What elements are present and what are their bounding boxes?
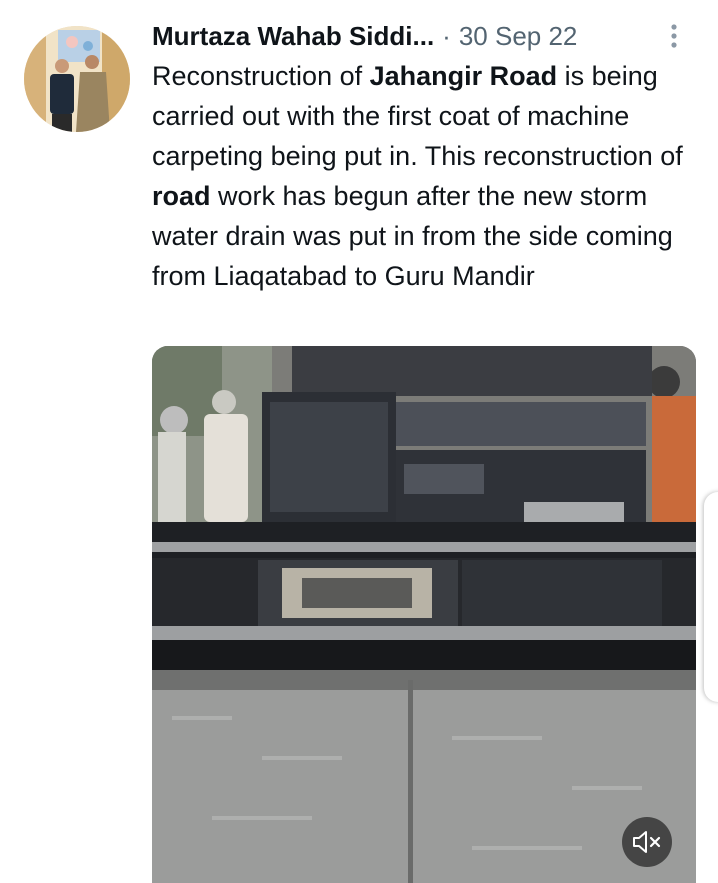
volume-muted-icon — [633, 831, 661, 853]
tweet-text-segment: Reconstruction of — [152, 61, 370, 91]
mute-toggle-button[interactable] — [622, 817, 672, 867]
more-options-button[interactable] — [660, 18, 688, 54]
author-avatar[interactable] — [24, 26, 130, 132]
avatar-photo — [24, 26, 130, 132]
tweet-date[interactable]: 30 Sep 22 — [459, 21, 578, 52]
author-name[interactable]: Murtaza Wahab Siddi... — [152, 21, 434, 52]
more-vertical-icon — [671, 24, 677, 48]
tweet-header: Murtaza Wahab Siddi... · 30 Sep 22 — [152, 18, 692, 54]
scrollbar-handle[interactable] — [704, 492, 718, 702]
highlight-term-road: road — [152, 181, 211, 211]
tweet-text: Reconstruction of Jahangir Road is being… — [152, 56, 702, 296]
tweet-video[interactable] — [152, 346, 696, 883]
tweet-text-segment: work has begun after the new storm water… — [152, 181, 673, 291]
header-separator: · — [442, 20, 451, 51]
video-frame — [152, 346, 696, 883]
hashtag-term-jahangir-road: Jahangir Road — [369, 61, 558, 91]
